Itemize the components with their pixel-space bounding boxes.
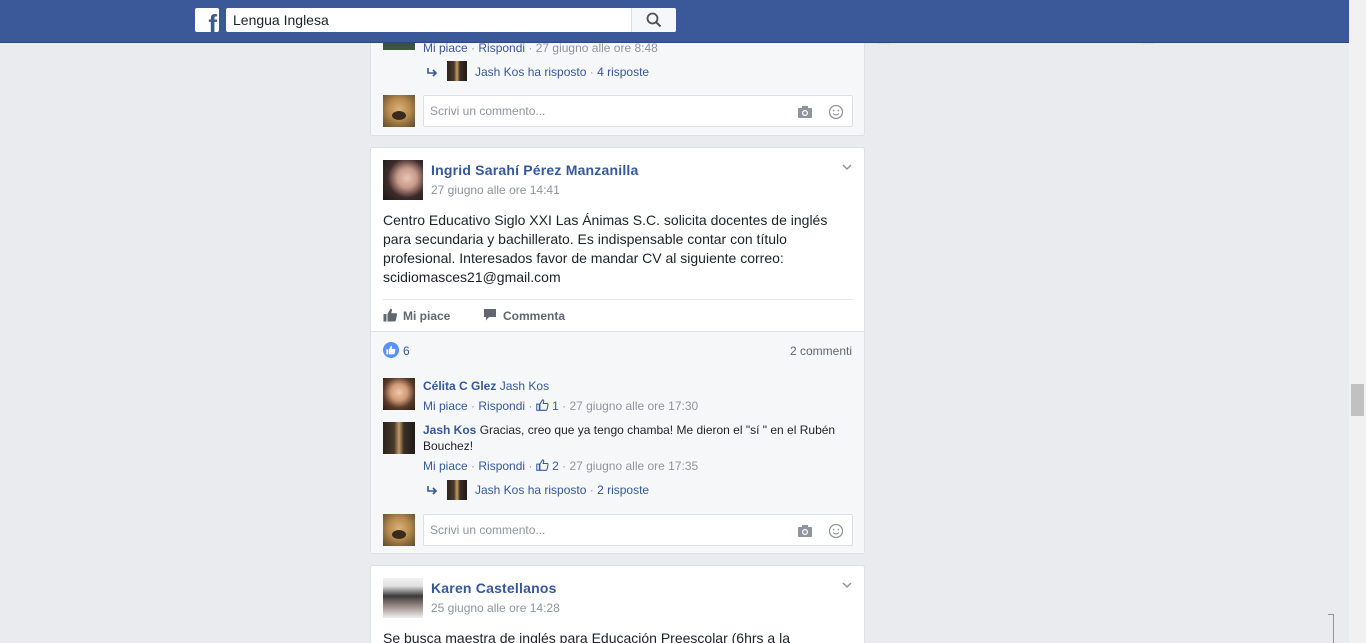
thumbs-up-icon [386, 345, 396, 355]
comment-meta: Mi piace · Rispondi · 2 · 27 giugno alle… [423, 459, 699, 473]
previous-post-card: Mi piace · Rispondi · 27 giugno alle ore… [370, 22, 865, 136]
reply-author[interactable]: Jash Kos [475, 483, 524, 497]
comments-count[interactable]: 2 commenti [790, 344, 852, 358]
post-author-avatar[interactable] [383, 578, 423, 618]
post-card: Ingrid Sarahí Pérez Manzanilla 27 giugno… [370, 147, 865, 554]
post-text: Se busca maestra de inglés para Educació… [383, 630, 790, 643]
post-author-name[interactable]: Karen Castellanos [431, 580, 557, 596]
search-box [226, 8, 676, 32]
scrollbar-thumb[interactable] [1351, 384, 1364, 416]
smiley-icon[interactable] [828, 104, 844, 120]
comment-timestamp[interactable]: 27 giugno alle ore 17:30 [569, 399, 698, 413]
reply-summary[interactable]: Jash Kos ha risposto · 4 risposte [475, 64, 649, 80]
reply-action[interactable]: ha risposto [528, 65, 587, 79]
post-timestamp[interactable]: 25 giugno alle ore 14:28 [431, 601, 560, 615]
comment-box [423, 95, 853, 127]
right-rail-divider [877, 43, 889, 44]
post-text: Centro Educativo Siglo XXI Las Ánimas S.… [383, 212, 828, 285]
comments-section: 6 2 commenti Célita C Glez Jash Kos Mi p… [371, 331, 864, 553]
chevron-down-icon[interactable] [842, 580, 852, 590]
comment-author[interactable]: Célita C Glez [423, 379, 496, 393]
comment-author-avatar[interactable] [383, 378, 415, 410]
current-user-avatar[interactable] [383, 514, 415, 546]
chevron-down-icon[interactable] [842, 162, 852, 172]
top-navigation-bar: f [0, 0, 1349, 43]
like-label: Mi piace [403, 309, 451, 323]
like-badge [383, 342, 399, 358]
thumbs-up-icon [535, 399, 549, 411]
comment-input[interactable] [424, 96, 784, 126]
avatar[interactable] [447, 61, 467, 81]
smiley-icon[interactable] [828, 523, 844, 539]
comment: Jash Kos Gracias, creo que ya tengo cham… [383, 422, 853, 478]
comment-like-count[interactable]: 1 [552, 399, 559, 413]
comment-label: Commenta [503, 309, 566, 323]
reply-link[interactable]: Rispondi [478, 459, 525, 473]
thumbs-up-icon [535, 459, 549, 471]
post-action-bar: Mi piace Commenta [383, 299, 853, 331]
comment-meta: Mi piace · Rispondi · 1 · 27 giugno alle… [423, 399, 699, 413]
reply-link[interactable]: Rispondi [478, 41, 525, 55]
current-user-avatar[interactable] [383, 95, 415, 127]
reply-summary[interactable]: Jash Kos ha risposto · 2 risposte [475, 482, 649, 498]
like-link[interactable]: Mi piace [423, 459, 468, 473]
comment: Célita C Glez Jash Kos Mi piace · Rispon… [383, 378, 853, 414]
comment-like-count[interactable]: 2 [552, 459, 559, 473]
reply-arrow-icon [427, 68, 438, 77]
scrollbar-track[interactable] [1349, 0, 1366, 643]
post-author-name[interactable]: Ingrid Sarahí Pérez Manzanilla [431, 162, 639, 178]
reply-count[interactable]: 2 risposte [597, 483, 649, 497]
comment-author-avatar[interactable] [383, 422, 415, 454]
next-post-card: Karen Castellanos 25 giugno alle ore 14:… [370, 565, 865, 643]
comment-box [423, 514, 853, 546]
comment-text[interactable]: Jash Kos [500, 379, 549, 393]
right-rail-divider [1143, 43, 1155, 44]
reply-action[interactable]: ha risposto [528, 483, 587, 497]
comment-timestamp[interactable]: 27 giugno alle ore 8:48 [536, 41, 658, 55]
search-input[interactable] [226, 8, 631, 32]
search-button[interactable] [631, 8, 676, 32]
comment-author[interactable]: Jash Kos [423, 423, 476, 437]
post-timestamp[interactable]: 27 giugno alle ore 14:41 [431, 183, 560, 197]
chat-tab-edge[interactable] [1328, 614, 1334, 643]
comment-body: Jash Kos Gracias, creo que ya tengo cham… [423, 422, 853, 454]
like-link[interactable]: Mi piace [423, 41, 468, 55]
reply-arrow-icon [427, 486, 438, 495]
like-count: 6 [403, 344, 410, 358]
post-author-avatar[interactable] [383, 160, 423, 200]
comment-text: Gracias, creo que ya tengo chamba! Me di… [423, 423, 836, 453]
comment-input[interactable] [424, 515, 784, 545]
search-icon [646, 12, 662, 28]
facebook-logo-icon[interactable]: f [195, 8, 219, 32]
reply-link[interactable]: Rispondi [478, 399, 525, 413]
thumbs-up-icon [383, 308, 398, 322]
reply-count[interactable]: 4 risposte [597, 65, 649, 79]
camera-icon[interactable] [797, 104, 813, 120]
avatar[interactable] [447, 480, 467, 500]
reply-author[interactable]: Jash Kos [475, 65, 524, 79]
like-link[interactable]: Mi piace [423, 399, 468, 413]
comment-timestamp[interactable]: 27 giugno alle ore 17:35 [569, 459, 698, 473]
camera-icon[interactable] [797, 523, 813, 539]
comment-icon [484, 309, 496, 321]
comment-body: Célita C Glez Jash Kos [423, 378, 853, 394]
